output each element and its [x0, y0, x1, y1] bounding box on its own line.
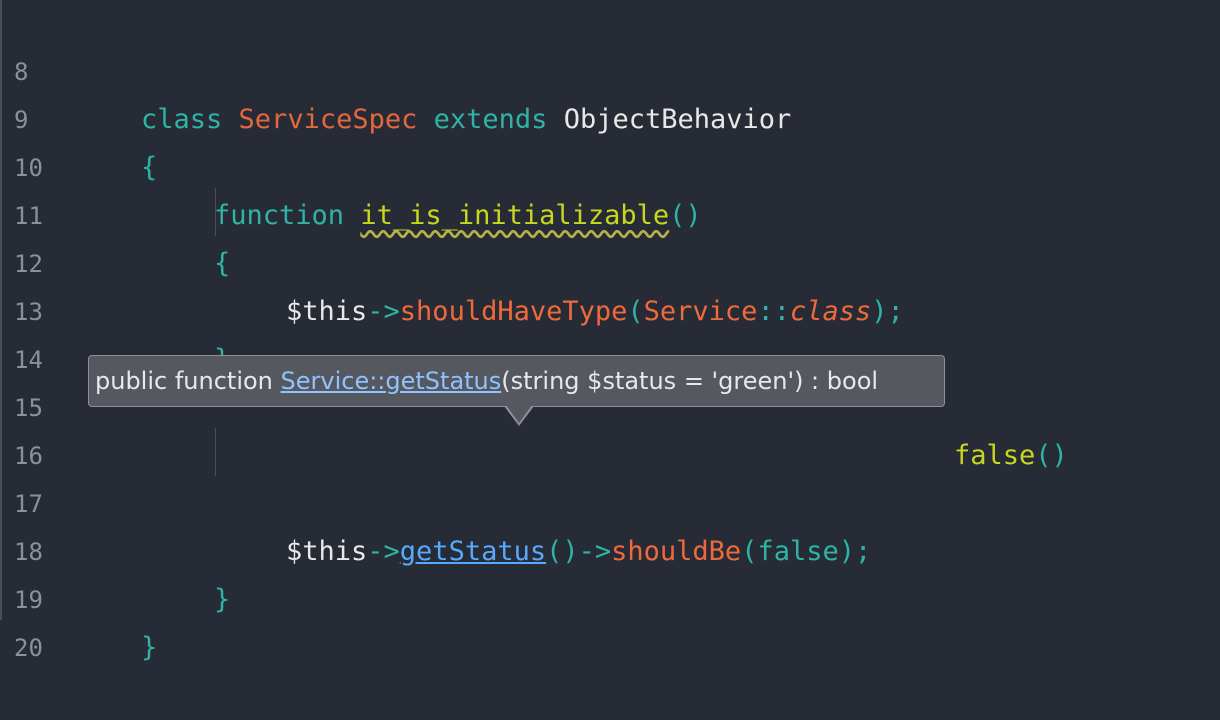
code-content: } [141, 632, 158, 663]
indent-guide [215, 428, 216, 476]
line-number: 20 [14, 634, 43, 662]
code-line[interactable]: 10 function it_is_initializable() [2, 96, 1220, 231]
code-line[interactable]: 12 $this->shouldHaveType(Service::class)… [2, 192, 1220, 327]
code-line[interactable]: 17 $this->getStatus()->shouldBe(false); [2, 432, 1220, 567]
indent-guide [215, 188, 216, 236]
code-line[interactable]: 9 { [2, 48, 1220, 183]
signature-tooltip: public function Service::getStatus(strin… [88, 355, 945, 407]
tooltip-method-link[interactable]: Service::getStatus [281, 367, 502, 395]
code-line[interactable]: 11 { [2, 144, 1220, 279]
code-editor[interactable]: 8 class ServiceSpec extends ObjectBehavi… [0, 0, 1220, 663]
code-line[interactable]: 13 } [2, 240, 1220, 375]
code-line[interactable]: 19 } [2, 528, 1220, 663]
tooltip-arrow-fill [506, 405, 532, 423]
code-line[interactable]: 14 [2, 288, 1220, 374]
code-line[interactable]: 8 class ServiceSpec extends ObjectBehavi… [2, 0, 1220, 135]
code-line[interactable]: 20 [2, 576, 1220, 662]
code-line[interactable]: 18 } [2, 480, 1220, 615]
tooltip-prefix: public function [95, 367, 281, 395]
tooltip-signature: (string $status = 'green') : bool [501, 367, 879, 395]
